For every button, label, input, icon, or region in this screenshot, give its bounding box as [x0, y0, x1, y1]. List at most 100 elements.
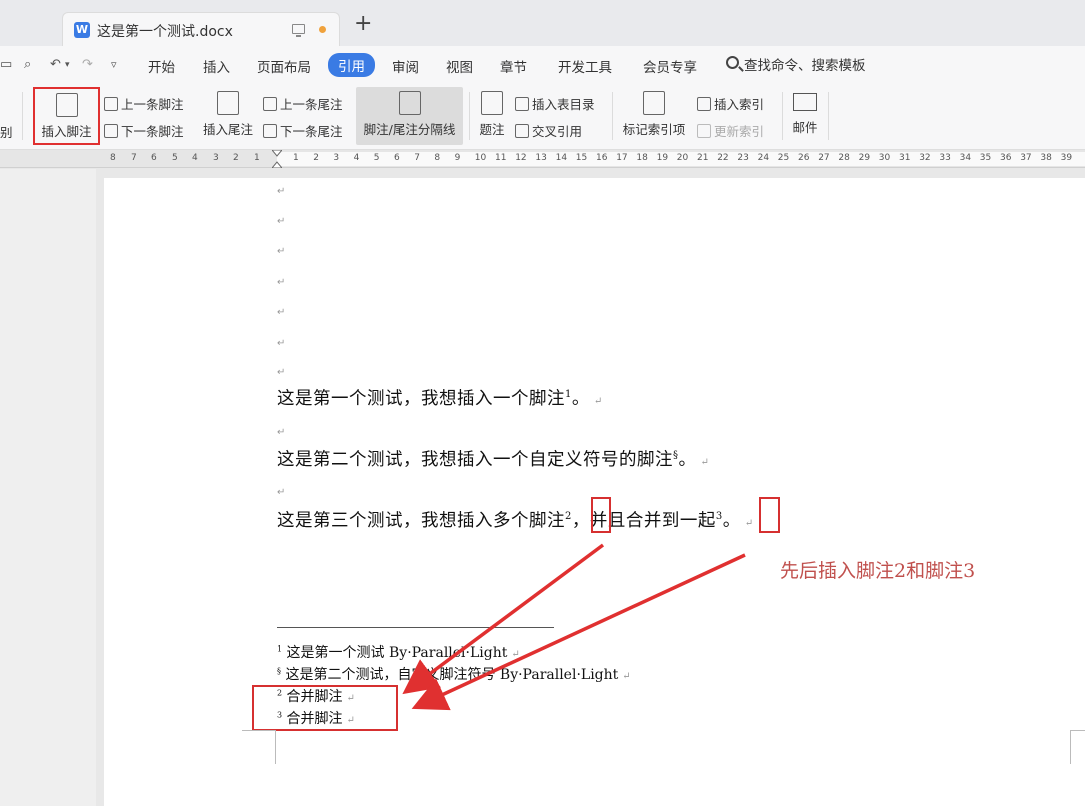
ruler-number: 6: [151, 153, 157, 163]
menu-developer[interactable]: 开发工具: [558, 56, 612, 76]
cross-reference-button[interactable]: 交叉引用: [515, 121, 582, 140]
customize-toolbar-icon[interactable]: ▿: [111, 58, 125, 72]
ruler-number: 34: [959, 153, 972, 163]
undo-icon[interactable]: ↶: [50, 58, 64, 72]
highlight-box-ref-3: [759, 497, 780, 533]
next-endnote-label: 下一条尾注: [280, 124, 343, 139]
ruler-number: 33: [939, 153, 951, 163]
update-index-icon: [697, 124, 711, 138]
paragraph-mark: ↵: [511, 649, 520, 660]
wps-writer-window: W 这是第一个测试.docx + ▭ ⌕ ↶ ▾ ↷ ▿ 开始 插入 页面布局 …: [0, 0, 1085, 806]
update-index-label: 更新索引: [714, 124, 765, 139]
monitor-icon[interactable]: [292, 24, 305, 37]
ruler-number: 35: [979, 153, 992, 163]
ruler-number: 19: [656, 153, 669, 163]
ribbon-divider: [22, 92, 23, 140]
highlight-box-ref-2: [591, 497, 611, 533]
references-ribbon: 别 插入脚注 上一条脚注 下一条脚注 插入尾注 上一条尾注 下一条尾注 脚注/尾…: [0, 84, 1085, 150]
next-endnote-button[interactable]: 下一条尾注: [263, 121, 343, 140]
cut-off-ribbon-label[interactable]: 别: [0, 122, 13, 141]
mark-index-entry-button[interactable]: 标记索引项: [619, 87, 689, 145]
highlight-box-merged-footnotes: [252, 685, 398, 731]
paragraph-text: 这是第二个测试，我想插入一个自定义符号的脚注: [277, 450, 673, 470]
prev-footnote-icon: [104, 97, 118, 111]
prev-footnote-label: 上一条脚注: [121, 97, 184, 112]
footnote-reference[interactable]: 1: [565, 389, 572, 400]
menu-view[interactable]: 视图: [446, 56, 473, 76]
menu-bar: ▭ ⌕ ↶ ▾ ↷ ▿ 开始 插入 页面布局 引用 审阅 视图 章节 开发工具 …: [0, 46, 1085, 84]
insert-index-button[interactable]: 插入索引: [697, 94, 764, 113]
insert-footnote-button[interactable]: 插入脚注: [33, 87, 100, 145]
print-preview-icon[interactable]: ⌕: [24, 58, 38, 72]
body-paragraph-3[interactable]: 这是第三个测试，我想插入多个脚注2，并且合并到一起3。 ↵: [277, 507, 754, 532]
ruler-number: 21: [697, 153, 709, 163]
indent-marker[interactable]: [272, 150, 282, 168]
paragraph-mark: ↵: [277, 367, 286, 378]
menu-chapter[interactable]: 章节: [500, 56, 527, 76]
annotation-text: 先后插入脚注2和脚注3: [780, 560, 976, 582]
undo-dropdown-icon[interactable]: ▾: [65, 58, 79, 72]
menu-references[interactable]: 引用: [328, 53, 375, 77]
unsaved-dot-icon: [319, 26, 326, 33]
menu-page-layout[interactable]: 页面布局: [257, 56, 311, 76]
redo-icon[interactable]: ↷: [82, 58, 96, 72]
ruler-number: 4: [353, 153, 360, 163]
command-search[interactable]: 查找命令、搜索模板: [724, 54, 866, 76]
footnote-mark: §: [277, 666, 281, 676]
insert-endnote-label: 插入尾注: [202, 122, 253, 137]
ruler-number: 28: [838, 153, 850, 163]
document-tab-title: 这是第一个测试.docx: [97, 24, 233, 40]
ruler-number: 8: [110, 153, 116, 163]
new-tab-button[interactable]: +: [354, 13, 372, 35]
paragraph-mark: ↵: [277, 487, 286, 498]
paragraph-mark: ↵: [622, 671, 631, 682]
ruler-number: 29: [858, 153, 871, 163]
wps-writer-icon: W: [74, 22, 90, 38]
update-index-button[interactable]: 更新索引: [697, 121, 764, 140]
menu-home[interactable]: 开始: [148, 56, 175, 76]
mail-button[interactable]: 邮件: [788, 87, 822, 145]
ruler-number: 13: [535, 153, 547, 163]
next-footnote-label: 下一条脚注: [121, 124, 184, 139]
paragraph-mark: ↵: [277, 307, 286, 318]
ruler-number: 4: [192, 153, 198, 163]
ruler-number: 16: [596, 153, 608, 163]
caption-button[interactable]: 题注: [474, 87, 510, 145]
footnote-item[interactable]: 1 这是第一个测试 By·Parallel·Light ↵: [277, 642, 520, 662]
ruler-number: 30: [878, 153, 891, 163]
paragraph-mark: ↵: [277, 277, 286, 288]
menu-insert[interactable]: 插入: [203, 56, 230, 76]
insert-table-of-figures-label: 插入表目录: [532, 97, 595, 112]
insert-table-of-figures-button[interactable]: 插入表目录: [515, 94, 595, 113]
tab-bar: W 这是第一个测试.docx +: [0, 0, 1085, 46]
ruler-number: 12: [515, 153, 527, 163]
ruler-number: 5: [172, 153, 178, 163]
ruler-number: 25: [777, 153, 790, 163]
ruler-number: 23: [737, 153, 749, 163]
menu-review[interactable]: 审阅: [392, 56, 419, 76]
prev-endnote-button[interactable]: 上一条尾注: [263, 94, 343, 113]
print-icon[interactable]: ▭: [0, 58, 14, 72]
ruler-number: 2: [313, 153, 319, 163]
next-footnote-button[interactable]: 下一条脚注: [104, 121, 184, 140]
menu-member[interactable]: 会员专享: [643, 56, 697, 76]
paragraph-text: 。: [678, 450, 697, 470]
table-of-figures-icon: [515, 97, 529, 111]
body-paragraph-1[interactable]: 这是第一个测试，我想插入一个脚注1。 ↵: [277, 385, 603, 410]
footnote-mark: 1: [277, 644, 283, 654]
ruler-number: 14: [555, 153, 568, 163]
insert-endnote-button[interactable]: 插入尾注: [199, 87, 257, 145]
footnote-reference[interactable]: 2: [565, 511, 572, 522]
prev-footnote-button[interactable]: 上一条脚注: [104, 94, 184, 113]
footnote-reference[interactable]: 3: [716, 511, 723, 522]
paragraph-text: 这是第三个测试，我想插入多个脚注: [277, 511, 565, 531]
horizontal-ruler[interactable]: 8 7 6 5 4 3 2 1 1 2 3 4 5 6 7 8 9 10 11 12 13 14 15 16 1…: [0, 150, 1085, 168]
ribbon-divider: [469, 92, 470, 140]
ruler-number: 17: [616, 153, 628, 163]
document-tab[interactable]: W 这是第一个测试.docx: [62, 12, 340, 46]
footnote-item[interactable]: § 这是第二个测试，自定义脚注符号 By·Parallel·Light ↵: [277, 664, 631, 684]
body-paragraph-2[interactable]: 这是第二个测试，我想插入一个自定义符号的脚注§。 ↵: [277, 446, 709, 471]
next-endnote-icon: [263, 124, 277, 138]
ruler-number: 18: [636, 153, 648, 163]
footnote-separator-button[interactable]: 脚注/尾注分隔线: [356, 87, 463, 145]
